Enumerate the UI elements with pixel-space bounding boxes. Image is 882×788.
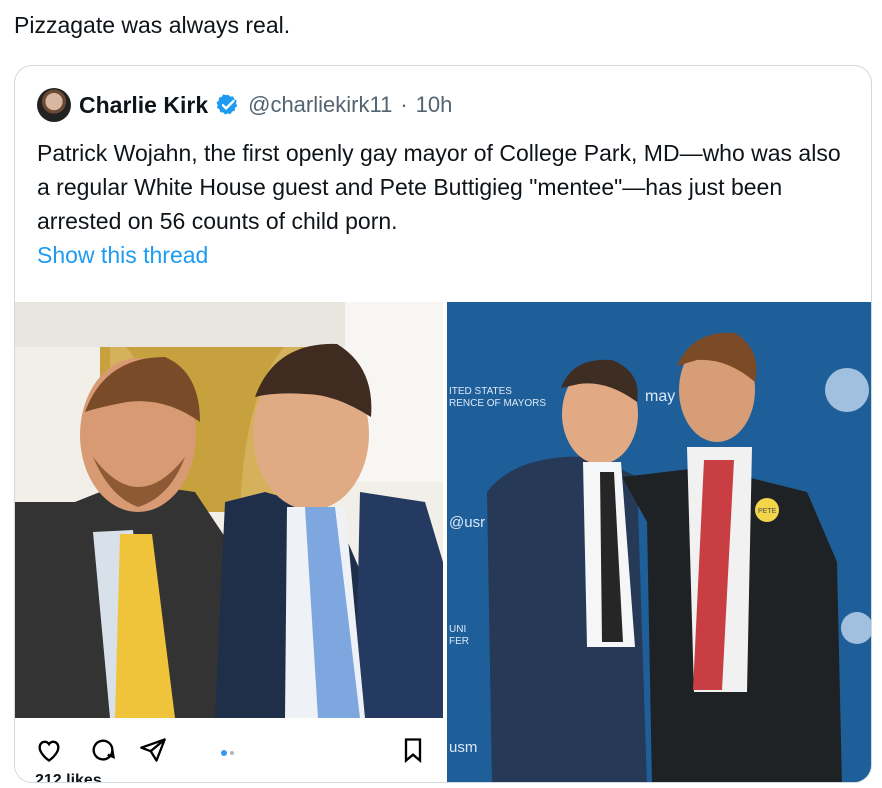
tweet-text: Pizzagate was always real. (14, 12, 291, 38)
likes-count: 212 likes (35, 772, 102, 783)
share-icon[interactable] (139, 736, 167, 764)
quoted-tweet-text: Patrick Wojahn, the first openly gay may… (37, 140, 841, 234)
author-row[interactable]: Charlie Kirk @charliekirk11 · 10h (37, 88, 452, 122)
left-media-panel[interactable]: 212 likes (15, 302, 443, 783)
right-photo-illustration: ITED STATES RENCE OF MAYORS may @usr UNI… (447, 302, 871, 782)
right-media-panel[interactable]: ITED STATES RENCE OF MAYORS may @usr UNI… (447, 302, 871, 782)
sign-text-7: usm (449, 739, 477, 756)
tweet-time[interactable]: 10h (416, 92, 453, 118)
verified-badge-icon (216, 94, 238, 115)
sign-text-2: RENCE OF MAYORS (449, 398, 546, 409)
author-name[interactable]: Charlie Kirk (79, 92, 208, 119)
heart-icon[interactable] (35, 736, 63, 764)
sign-text-1: ITED STATES (449, 386, 512, 397)
sign-text-3: may (645, 388, 675, 405)
quoted-tweet-card[interactable]: Charlie Kirk @charliekirk11 · 10h Patric… (14, 65, 872, 783)
sign-text-6: FER (449, 636, 469, 647)
avatar[interactable] (37, 88, 71, 122)
sign-text-4: @usr (449, 514, 485, 531)
instagram-action-bar: 212 likes (15, 718, 443, 783)
author-handle[interactable]: @charliekirk11 (248, 92, 392, 118)
separator-dot: · (400, 92, 408, 117)
show-thread-link[interactable]: Show this thread (37, 242, 208, 269)
pete-button-text: PETE (758, 508, 777, 515)
comment-icon[interactable] (89, 736, 117, 764)
left-photo-illustration (15, 302, 443, 718)
sign-text-5: UNI (449, 624, 466, 635)
left-photo[interactable] (15, 302, 443, 718)
carousel-dots-icon (221, 750, 234, 756)
bookmark-icon[interactable] (399, 736, 427, 764)
